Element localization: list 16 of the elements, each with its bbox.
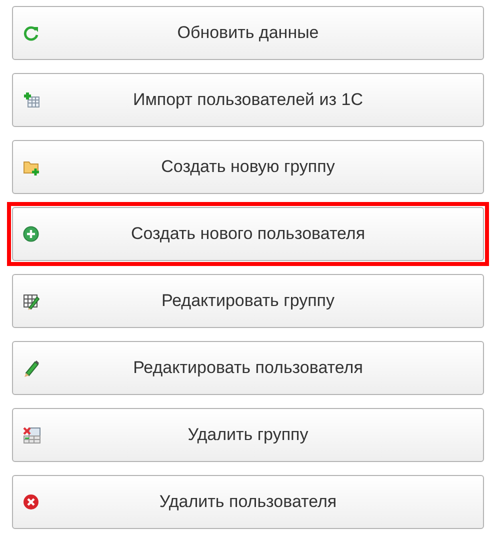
action-button[interactable]: Обновить данные	[12, 6, 484, 60]
action-button[interactable]: Импорт пользователей из 1С	[12, 73, 484, 127]
add-icon	[23, 226, 41, 244]
table-edit-icon	[23, 293, 41, 311]
action-button[interactable]: Удалить пользователя	[12, 475, 484, 529]
table-delete-icon	[23, 427, 41, 445]
table-add-icon	[23, 92, 41, 110]
refresh-icon	[23, 25, 41, 43]
action-button[interactable]: Создать новую группу	[12, 140, 484, 194]
action-button[interactable]: Удалить группу	[12, 408, 484, 462]
action-button[interactable]: Создать нового пользователя	[12, 207, 484, 261]
pencil-icon	[23, 360, 41, 378]
folder-add-icon	[23, 159, 41, 177]
action-button[interactable]: Редактировать пользователя	[12, 341, 484, 395]
delete-icon	[23, 494, 41, 512]
action-button[interactable]: Редактировать группу	[12, 274, 484, 328]
